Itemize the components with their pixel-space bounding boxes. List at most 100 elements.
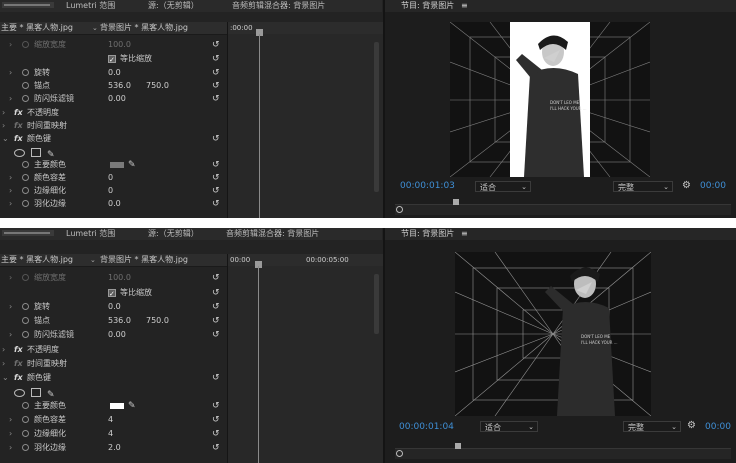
stopwatch-icon[interactable]	[22, 402, 29, 409]
reset-icon[interactable]: ↺	[212, 272, 220, 284]
uniform-scale-checkbox[interactable]	[108, 54, 116, 66]
feather-value[interactable]: 0.0	[108, 198, 121, 210]
twirl-icon[interactable]: ›	[9, 185, 12, 197]
anchor-x-value[interactable]: 536.0	[108, 80, 131, 92]
tab-lumetri[interactable]: Lumetri 范围	[66, 0, 115, 12]
scale-width-value[interactable]: 100.0	[108, 39, 131, 51]
ellipse-mask-icon[interactable]	[14, 389, 25, 397]
monitor-playhead[interactable]	[455, 443, 461, 449]
rotation-value[interactable]: 0.0	[108, 301, 121, 313]
wrench-icon[interactable]: ⚙	[687, 420, 696, 431]
sequence-clip-label[interactable]: 背景图片 * 黑客人物.jpg	[100, 254, 188, 266]
stopwatch-icon[interactable]	[22, 444, 29, 451]
twirl-icon[interactable]: ›	[9, 301, 12, 313]
ellipse-mask-icon[interactable]	[14, 149, 25, 157]
tab-audio-mixer[interactable]: 音频剪辑混合器: 背景图片	[232, 0, 325, 12]
color-key-row[interactable]: ⌄ fx 颜色键 ↺	[0, 133, 227, 145]
vertical-scrollbar[interactable]	[374, 274, 379, 334]
twirl-icon[interactable]: ›	[9, 172, 12, 184]
reset-icon[interactable]: ↺	[212, 442, 220, 454]
reset-icon[interactable]: ↺	[212, 39, 220, 51]
eyedropper-icon[interactable]: ✎	[128, 159, 136, 171]
effect-timeline[interactable]: :00:00	[227, 22, 384, 218]
reset-icon[interactable]: ↺	[212, 301, 220, 313]
stopwatch-icon[interactable]	[22, 430, 29, 437]
reset-icon[interactable]: ↺	[212, 159, 220, 171]
twirl-icon[interactable]: ›	[2, 107, 5, 119]
reset-icon[interactable]: ↺	[212, 414, 220, 426]
rotation-value[interactable]: 0.0	[108, 67, 121, 79]
zoom-handle-left[interactable]	[396, 450, 403, 457]
twirl-icon[interactable]: ›	[9, 329, 12, 341]
reset-icon[interactable]: ↺	[212, 315, 220, 327]
effect-controls-tab-label[interactable]	[2, 0, 58, 10]
reset-icon[interactable]: ↺	[212, 67, 220, 79]
stopwatch-icon[interactable]	[22, 82, 29, 89]
eyedropper-icon[interactable]: ✎	[128, 400, 136, 412]
reset-icon[interactable]: ↺	[212, 172, 220, 184]
current-timecode[interactable]: 00:00:01:04	[399, 422, 454, 432]
edge-thin-value[interactable]: 0	[108, 185, 113, 197]
twirl-icon[interactable]: ›	[2, 344, 5, 356]
stopwatch-icon[interactable]	[22, 161, 29, 168]
time-remap-row[interactable]: › fx 时间重映射	[0, 120, 227, 132]
fit-dropdown[interactable]: 适合 ⌄	[480, 421, 538, 432]
monitor-scrub-bar[interactable]	[395, 443, 731, 459]
twirl-icon[interactable]: ›	[9, 93, 12, 105]
twirl-icon[interactable]: ›	[9, 428, 12, 440]
fx-icon[interactable]: fx	[14, 133, 23, 145]
stopwatch-icon[interactable]	[22, 69, 29, 76]
tolerance-value[interactable]: 4	[108, 414, 113, 426]
current-timecode[interactable]: 00:00:01:03	[400, 181, 455, 191]
tab-lumetri[interactable]: Lumetri 范围	[66, 228, 115, 240]
effect-controls-tab-label[interactable]	[2, 228, 58, 238]
menu-icon[interactable]: ≡	[461, 0, 468, 12]
anchor-x-value[interactable]: 536.0	[108, 315, 131, 327]
tab-source[interactable]: 源:（无剪辑）	[148, 0, 199, 12]
stopwatch-icon[interactable]	[22, 317, 29, 324]
time-ruler[interactable]: 00:00 00:00:05:00	[228, 254, 384, 266]
wrench-icon[interactable]: ⚙	[682, 180, 691, 191]
reset-icon[interactable]: ↺	[212, 185, 220, 197]
reset-icon[interactable]: ↺	[212, 329, 220, 341]
reset-icon[interactable]: ↺	[212, 372, 220, 384]
tolerance-value[interactable]: 0	[108, 172, 113, 184]
uniform-scale-checkbox[interactable]	[108, 288, 116, 300]
stopwatch-icon[interactable]	[22, 41, 29, 48]
quality-dropdown[interactable]: 完整 ⌄	[623, 421, 681, 432]
antiflicker-value[interactable]: 0.00	[108, 93, 126, 105]
feather-value[interactable]: 2.0	[108, 442, 121, 454]
time-remap-row[interactable]: › fx 时间重映射	[0, 358, 227, 370]
zoom-handle-left[interactable]	[396, 206, 403, 213]
fx-icon[interactable]: fx	[14, 107, 23, 119]
reset-icon[interactable]: ↺	[212, 93, 220, 105]
twirl-open-icon[interactable]: ⌄	[2, 372, 9, 384]
color-key-row[interactable]: ⌄ fx 颜色键 ↺	[0, 372, 227, 384]
twirl-icon[interactable]: ›	[9, 414, 12, 426]
stopwatch-icon[interactable]	[22, 95, 29, 102]
tab-source[interactable]: 源:（无剪辑）	[148, 228, 199, 240]
monitor-scrub-bar[interactable]	[395, 199, 731, 215]
antiflicker-value[interactable]: 0.00	[108, 329, 126, 341]
reset-icon[interactable]: ↺	[212, 400, 220, 412]
anchor-y-value[interactable]: 750.0	[146, 80, 169, 92]
reset-icon[interactable]: ↺	[212, 133, 220, 145]
anchor-y-value[interactable]: 750.0	[146, 315, 169, 327]
master-clip-label[interactable]: 主要 * 黑客人物.jpg	[1, 254, 73, 266]
effect-timeline[interactable]: 00:00 00:00:05:00	[227, 254, 384, 463]
stopwatch-icon[interactable]	[22, 331, 29, 338]
monitor-playhead[interactable]	[453, 199, 459, 205]
stopwatch-icon[interactable]	[22, 200, 29, 207]
program-monitor-title[interactable]: 节目: 背景图片	[401, 0, 454, 12]
vertical-scrollbar[interactable]	[374, 42, 379, 192]
fx-icon[interactable]: fx	[14, 344, 23, 356]
stopwatch-icon[interactable]	[22, 303, 29, 310]
twirl-icon[interactable]: ›	[9, 39, 12, 51]
reset-icon[interactable]: ↺	[212, 80, 220, 92]
fit-dropdown[interactable]: 适合 ⌄	[475, 181, 531, 192]
opacity-row[interactable]: › fx 不透明度	[0, 344, 227, 356]
twirl-icon[interactable]: ›	[2, 358, 5, 370]
key-color-swatch[interactable]	[110, 162, 124, 168]
stopwatch-icon[interactable]	[22, 274, 29, 281]
twirl-icon[interactable]: ›	[2, 120, 5, 132]
